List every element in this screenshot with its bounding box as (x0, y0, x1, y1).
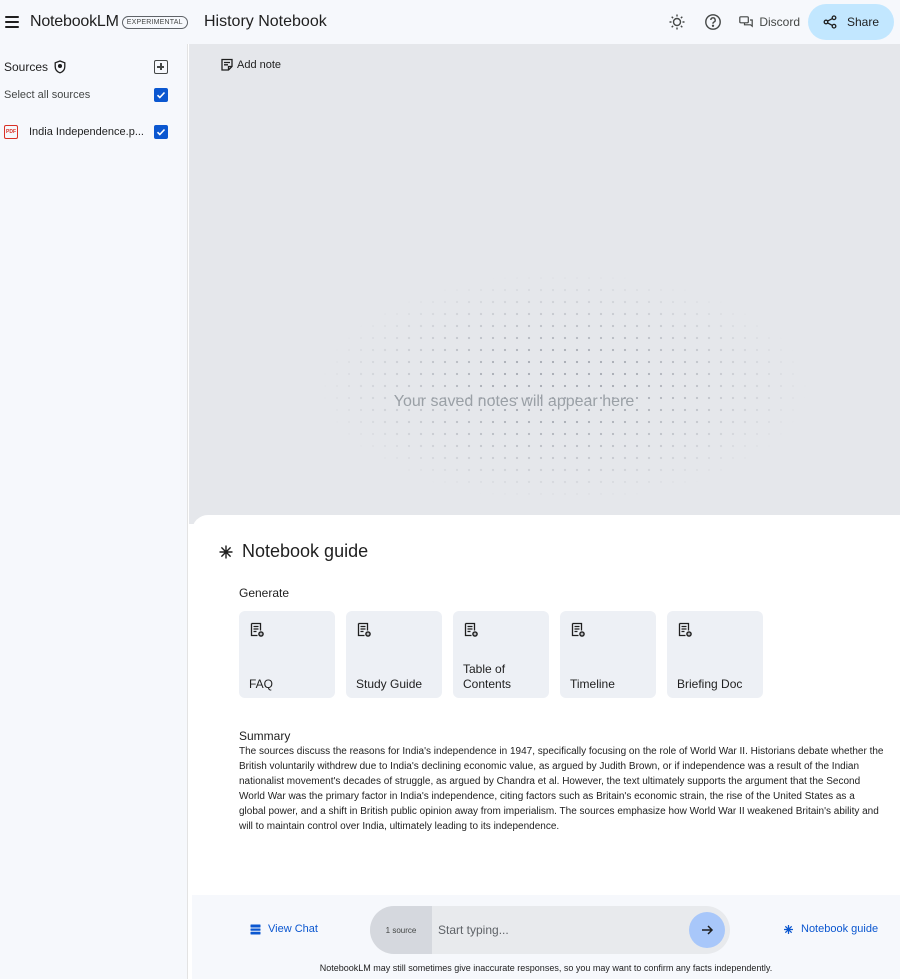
notebook-title[interactable]: History Notebook (204, 13, 667, 31)
theme-icon[interactable] (667, 12, 687, 32)
notebook-guide-button[interactable]: Notebook guide (783, 923, 878, 935)
document-add-icon (571, 622, 585, 637)
generate-cards: FAQ Study Guide Table of Contents Timeli… (239, 611, 774, 698)
notebook-guide-label: Notebook guide (801, 923, 879, 935)
chat-bar: View Chat 1 source Notebook guide Notebo… (192, 895, 900, 979)
card-label: Study Guide (356, 677, 423, 691)
discord-label: Discord (759, 15, 800, 29)
notebook-header: History Notebook Discord Share (188, 0, 900, 44)
empty-notes-message: Your saved notes will appear here (393, 393, 635, 410)
check-icon (156, 91, 166, 99)
share-label: Share (846, 15, 880, 29)
source-count-pill[interactable]: 1 source (370, 906, 432, 954)
chat-input[interactable] (432, 910, 689, 950)
card-label: Briefing Doc (677, 677, 743, 691)
summary-text: The sources discuss the reasons for Indi… (239, 746, 884, 833)
add-note-button[interactable]: Add note (220, 58, 281, 72)
menu-icon[interactable] (5, 16, 19, 28)
study-guide-card[interactable]: Study Guide (346, 611, 442, 698)
source-item[interactable]: PDF India Independence.p... (4, 125, 168, 139)
select-all-checkbox[interactable] (154, 88, 168, 102)
table-of-contents-card[interactable]: Table of Contents (453, 611, 549, 698)
guide-title-text: Notebook guide (242, 541, 369, 561)
document-add-icon (357, 622, 371, 637)
arrow-right-icon (702, 925, 714, 935)
app-header: NotebookLM EXPERIMENTAL History Notebook… (0, 0, 900, 44)
document-add-icon (678, 622, 692, 637)
disclaimer-text: NotebookLM may still sometimes give inac… (319, 963, 773, 973)
add-note-label: Add note (237, 59, 282, 71)
select-all-label: Select all sources (4, 89, 91, 101)
faq-card[interactable]: FAQ (239, 611, 335, 698)
spark-icon (219, 545, 233, 558)
chat-input-box: 1 source (370, 906, 730, 954)
check-icon (156, 128, 166, 136)
view-chat-label: View Chat (268, 923, 318, 935)
help-icon[interactable] (703, 12, 723, 32)
sources-sidebar: Sources Select all sources PDF India Ind… (0, 44, 188, 979)
chat-icon (250, 924, 261, 934)
guide-title: Notebook guide (218, 541, 368, 562)
source-item-name: India Independence.p... (29, 126, 144, 138)
share-icon (823, 15, 837, 29)
send-button[interactable] (689, 912, 725, 948)
notebook-guide-panel: Notebook guide Generate FAQ Study Guide … (192, 515, 900, 895)
app-brand: NotebookLM (30, 13, 119, 30)
view-chat-button[interactable]: View Chat (250, 923, 318, 935)
card-label: Table of Contents (463, 662, 512, 691)
card-label: FAQ (249, 677, 274, 691)
select-all-row[interactable]: Select all sources (4, 88, 168, 102)
discord-icon (739, 16, 754, 28)
sources-header: Sources (4, 60, 168, 74)
summary-title: Summary (239, 729, 291, 743)
briefing-doc-card[interactable]: Briefing Doc (667, 611, 763, 698)
share-button[interactable]: Share (808, 4, 894, 40)
discord-link[interactable]: Discord (739, 15, 800, 29)
timeline-card[interactable]: Timeline (560, 611, 656, 698)
generate-label: Generate (239, 586, 290, 600)
add-source-button[interactable] (154, 60, 168, 74)
sources-label: Sources (4, 60, 49, 74)
experimental-badge: EXPERIMENTAL (121, 15, 188, 29)
source-item-checkbox[interactable] (154, 125, 168, 139)
pdf-icon: PDF (4, 125, 18, 139)
notes-area: Add note Your saved notes will appear he… (189, 44, 900, 524)
document-add-icon (250, 622, 264, 637)
brand-area: NotebookLM EXPERIMENTAL (0, 0, 188, 44)
spark-icon (784, 924, 793, 934)
shield-icon[interactable] (54, 60, 66, 74)
document-add-icon (464, 622, 478, 637)
dot-pattern (319, 272, 809, 502)
card-label: Timeline (570, 677, 615, 691)
note-add-icon (221, 58, 233, 71)
